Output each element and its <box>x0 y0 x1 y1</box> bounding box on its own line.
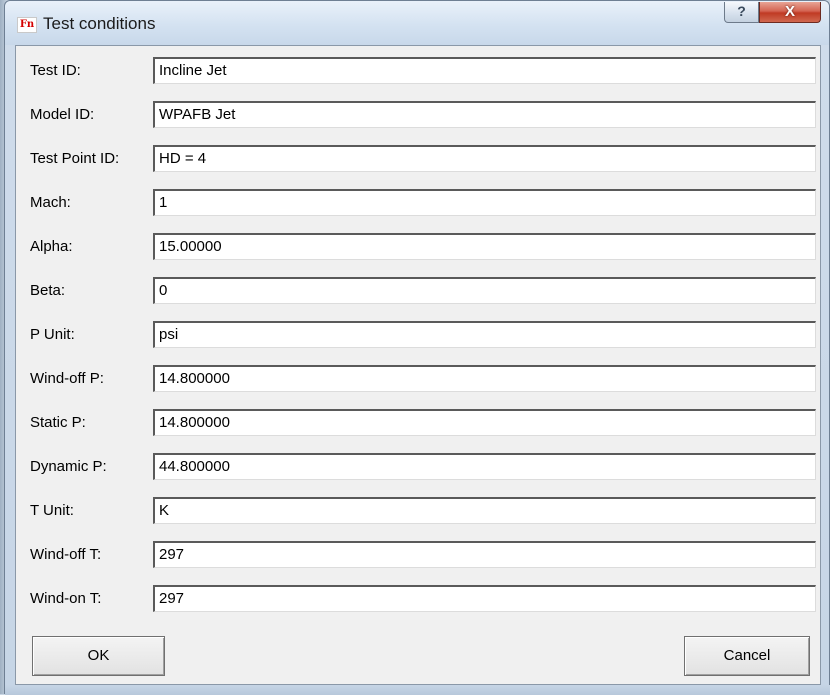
beta-label: Beta: <box>30 282 66 299</box>
alpha-input[interactable]: 15.00000 <box>153 233 816 260</box>
row-wind-off-t: Wind-off T: 297 <box>16 536 820 574</box>
wind-off-p-label: Wind-off P: <box>30 370 104 387</box>
model-id-input[interactable]: WPAFB Jet <box>153 101 816 128</box>
dialog-content: Test ID: Incline Jet Model ID: WPAFB Jet… <box>15 45 821 685</box>
static-p-label: Static P: <box>30 414 86 431</box>
row-mach: Mach: 1 <box>16 184 820 222</box>
help-button[interactable]: ? <box>724 2 759 23</box>
t-unit-label: T Unit: <box>30 502 74 519</box>
row-wind-on-t: Wind-on T: 297 <box>16 580 820 618</box>
p-unit-input[interactable]: psi <box>153 321 816 348</box>
wind-off-t-label: Wind-off T: <box>30 546 102 563</box>
window-title: Test conditions <box>43 14 156 33</box>
dynamic-p-label: Dynamic P: <box>30 458 107 475</box>
alpha-label: Alpha: <box>30 238 73 255</box>
test-id-input[interactable]: Incline Jet <box>153 57 816 84</box>
row-p-unit: P Unit: psi <box>16 316 820 354</box>
title-bar[interactable]: Fn Test conditions ? X <box>5 1 829 45</box>
row-wind-off-p: Wind-off P: 14.800000 <box>16 360 820 398</box>
test-id-label: Test ID: <box>30 62 81 79</box>
wind-off-p-input[interactable]: 14.800000 <box>153 365 816 392</box>
mach-label: Mach: <box>30 194 71 211</box>
ok-button[interactable]: OK <box>32 636 165 676</box>
t-unit-input[interactable]: K <box>153 497 816 524</box>
dynamic-p-input[interactable]: 44.800000 <box>153 453 816 480</box>
app-icon: Fn <box>17 17 37 33</box>
row-test-point-id: Test Point ID: HD = 4 <box>16 140 820 178</box>
test-point-id-input[interactable]: HD = 4 <box>153 145 816 172</box>
close-button[interactable]: X <box>759 2 821 23</box>
row-static-p: Static P: 14.800000 <box>16 404 820 442</box>
model-id-label: Model ID: <box>30 106 95 123</box>
wind-off-t-input[interactable]: 297 <box>153 541 816 568</box>
row-t-unit: T Unit: K <box>16 492 820 530</box>
wind-on-t-label: Wind-on T: <box>30 590 102 607</box>
p-unit-label: P Unit: <box>30 326 75 343</box>
cancel-button[interactable]: Cancel <box>684 636 810 676</box>
test-conditions-dialog: Fn Test conditions ? X Test ID: Incline … <box>4 0 830 695</box>
mach-input[interactable]: 1 <box>153 189 816 216</box>
row-beta: Beta: 0 <box>16 272 820 310</box>
row-dynamic-p: Dynamic P: 44.800000 <box>16 448 820 486</box>
wind-on-t-input[interactable]: 297 <box>153 585 816 612</box>
row-test-id: Test ID: Incline Jet <box>16 52 820 90</box>
row-model-id: Model ID: WPAFB Jet <box>16 96 820 134</box>
test-point-id-label: Test Point ID: <box>30 150 120 167</box>
beta-input[interactable]: 0 <box>153 277 816 304</box>
static-p-input[interactable]: 14.800000 <box>153 409 816 436</box>
row-alpha: Alpha: 15.00000 <box>16 228 820 266</box>
